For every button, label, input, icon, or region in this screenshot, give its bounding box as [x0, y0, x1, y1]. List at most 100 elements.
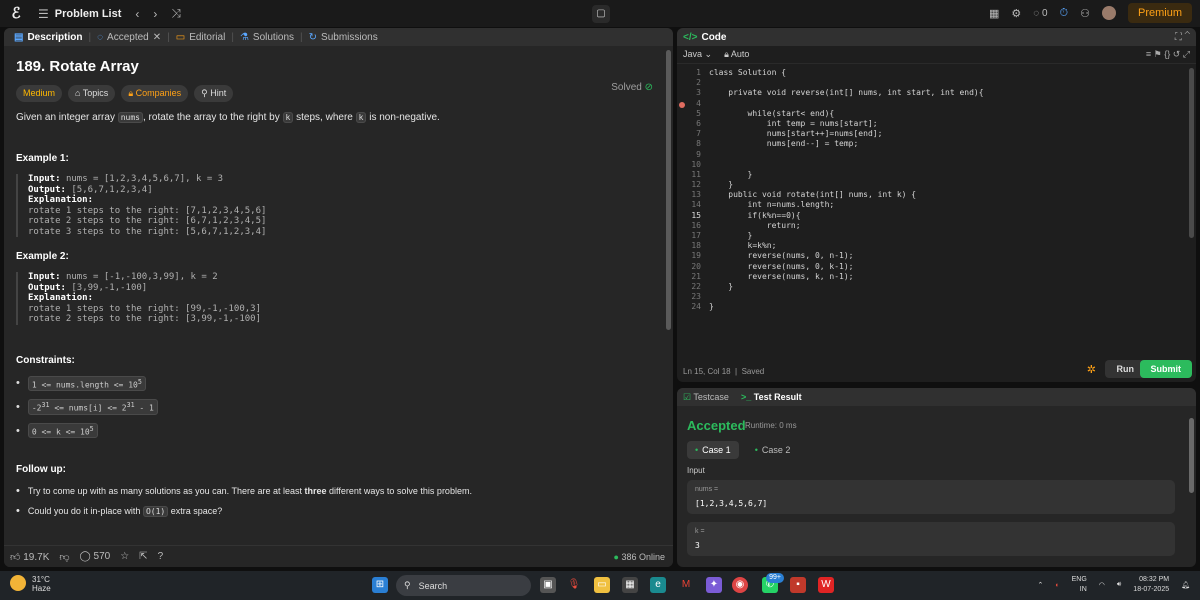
code-line[interactable]: 8 nums[end--] = temp;	[677, 139, 1196, 149]
submit-button[interactable]: Submit	[1139, 360, 1192, 378]
tab-submissions[interactable]: ↻ Submissions	[305, 32, 382, 43]
code-line[interactable]: 23	[677, 292, 1196, 302]
code-line[interactable]: 22 }	[677, 282, 1196, 292]
volume-icon[interactable]: 🔊︎	[1117, 581, 1121, 589]
code-line[interactable]: 4	[677, 99, 1196, 109]
problem-tags: Medium ⌂ Topics 🔒︎ Companies ⚲ Hint	[16, 85, 661, 102]
code-line[interactable]: 24}	[677, 302, 1196, 312]
language-indicator[interactable]: ENG IN	[1072, 575, 1087, 595]
code-line[interactable]: 2	[677, 78, 1196, 88]
shuffle-icon[interactable]: ⤨	[171, 6, 181, 21]
code-line[interactable]: 21 reverse(nums, k, n-1);	[677, 272, 1196, 282]
clock[interactable]: 08:32 PM 18-07-2025	[1133, 575, 1169, 595]
topics-pill[interactable]: ⌂ Topics	[68, 85, 116, 102]
close-tab-icon[interactable]: ✕	[153, 32, 161, 43]
code-line[interactable]: 20 reverse(nums, 0, k-1);	[677, 262, 1196, 272]
taskbar-search[interactable]: ⚲ Search	[396, 575, 531, 596]
tab-test-result[interactable]: >_ Test Result	[741, 392, 802, 402]
app-icon[interactable]: ▪	[790, 577, 806, 593]
weather-widget[interactable]: 31°C Haze	[10, 575, 51, 593]
case-1-tab[interactable]: • Case 1	[687, 441, 739, 459]
tab-testcase[interactable]: ☑ Testcase	[683, 392, 729, 403]
task-view-icon[interactable]: ▣	[540, 577, 556, 593]
like-button[interactable]: 👍︎ 19.7K	[10, 551, 49, 563]
chrome-icon[interactable]: ◉	[732, 577, 748, 593]
wps-office-icon[interactable]: W	[818, 577, 834, 593]
copilot-icon[interactable]: ✦	[706, 577, 722, 593]
statement-text: Given an integer array	[16, 112, 115, 123]
editor-tools-icon[interactable]: ≡ ⚑ {} ↺ ⤢	[1146, 49, 1190, 60]
line-number: 23	[691, 292, 701, 302]
edge-icon[interactable]: e	[650, 577, 666, 593]
add-friend-icon[interactable]: ⚇	[1080, 7, 1090, 20]
code-line[interactable]: 17 }	[677, 231, 1196, 241]
result-scrollbar[interactable]	[1189, 418, 1194, 493]
notifications-icon[interactable]: 🔔︎	[1181, 581, 1190, 589]
coins-counter[interactable]: ◌ 0	[1033, 8, 1047, 19]
code-line[interactable]: 3 private void reverse(int[] nums, int s…	[677, 88, 1196, 98]
layout-icon[interactable]: ▦	[989, 7, 999, 20]
code-line[interactable]: 6 int temp = nums[start];	[677, 119, 1196, 129]
code-line[interactable]: 18 k=k%n;	[677, 241, 1196, 251]
code-line[interactable]: 1 class Solution {	[677, 68, 1196, 78]
code-line[interactable]: 5 while(start< end){	[677, 109, 1196, 119]
show-hidden-icons[interactable]: ⌃	[1037, 581, 1043, 589]
hint-pill[interactable]: ⚲ Hint	[194, 85, 234, 102]
share-icon[interactable]: ⇱	[139, 551, 147, 562]
notes-icon[interactable]: ▢	[592, 5, 610, 23]
code-line[interactable]: 10	[677, 160, 1196, 170]
case-2-tab[interactable]: • Case 2	[747, 441, 799, 459]
example-line: Output: [5,6,7,1,2,3,4]	[28, 185, 661, 196]
list-icon[interactable]: ☰	[38, 7, 49, 21]
code-line[interactable]: 9	[677, 150, 1196, 160]
language-select[interactable]: Java ⌄	[683, 49, 712, 60]
code-line[interactable]: 7 nums[start++]=nums[end];	[677, 129, 1196, 139]
leetcode-logo-icon[interactable]: ℰ	[8, 5, 24, 22]
input-nums-box[interactable]: nums = [1,2,3,4,5,6,7]	[687, 480, 1175, 514]
timer-icon[interactable]: ⏱	[1060, 7, 1069, 20]
description-scrollbar[interactable]	[666, 50, 671, 330]
mic-icon[interactable]: 🎙︎	[566, 577, 582, 593]
antivirus-icon[interactable]: ◐	[1055, 582, 1059, 589]
auto-toggle[interactable]: 🔒︎ Auto	[724, 49, 749, 60]
code-line[interactable]: 19 reverse(nums, 0, n-1);	[677, 251, 1196, 261]
help-icon[interactable]: ?	[158, 551, 164, 562]
code-line[interactable]: 11 }	[677, 170, 1196, 180]
code-line[interactable]: 16 return;	[677, 221, 1196, 231]
start-button-icon[interactable]: ⊞	[372, 577, 388, 593]
tab-accepted[interactable]: ◌ Accepted ✕	[93, 32, 165, 43]
code-line[interactable]: 12 }	[677, 180, 1196, 190]
wifi-icon[interactable]: ◠	[1099, 581, 1105, 589]
maximize-icon[interactable]: ⛶ ⌃	[1175, 32, 1190, 43]
online-dot-icon: ●	[613, 552, 619, 562]
debug-icon[interactable]: ✲	[1087, 363, 1096, 376]
avatar[interactable]	[1101, 6, 1116, 20]
tab-editorial[interactable]: ▭ Editorial	[172, 32, 230, 43]
comments-button[interactable]: ◯ 570	[80, 551, 111, 562]
code-line[interactable]: 14 int n=nums.length;	[677, 200, 1196, 210]
problem-title[interactable]: 189. Rotate Array	[16, 58, 661, 75]
line-number: 16	[691, 220, 701, 230]
code-line[interactable]: 15 if(k%n==0){	[677, 211, 1196, 221]
store-icon[interactable]: ▦	[622, 577, 638, 593]
next-problem-icon[interactable]: ›	[153, 7, 157, 21]
dislike-icon[interactable]: 👎︎	[59, 551, 69, 563]
gmail-icon[interactable]: M	[678, 577, 694, 593]
solved-status: Solved ⊘	[611, 82, 653, 93]
code-editor[interactable]: 1 class Solution {2 3 private void reverse…	[677, 68, 1196, 313]
premium-button[interactable]: Premium	[1127, 3, 1192, 23]
problem-list-link[interactable]: Problem List	[55, 8, 122, 20]
tab-solutions[interactable]: ⚗ Solutions	[236, 32, 298, 43]
constraint-item: -231 <= nums[i] <= 231 - 1	[16, 399, 661, 415]
tab-description[interactable]: ▤ Description	[10, 32, 86, 43]
input-k-box[interactable]: k = 3	[687, 522, 1175, 556]
inline-code: k	[282, 112, 294, 123]
file-explorer-icon[interactable]: ▭	[594, 577, 610, 593]
companies-pill[interactable]: 🔒︎ Companies	[121, 85, 189, 102]
code-scrollbar[interactable]	[1189, 68, 1194, 238]
prev-problem-icon[interactable]: ‹	[135, 7, 139, 21]
star-icon[interactable]: ☆	[120, 551, 129, 562]
var-name: k =	[695, 528, 705, 535]
code-line[interactable]: 13 public void rotate(int[] nums, int k)…	[677, 190, 1196, 200]
settings-icon[interactable]: ⚙	[1011, 7, 1021, 20]
